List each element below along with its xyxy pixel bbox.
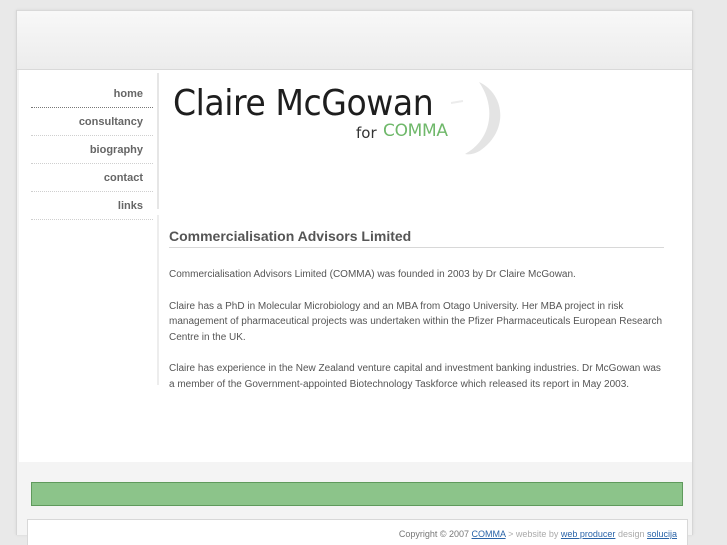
nav-divider bbox=[157, 73, 159, 209]
article: Commercialisation Advisors Limited Comme… bbox=[169, 228, 664, 392]
green-bar bbox=[31, 482, 683, 506]
logo-for-text: for bbox=[356, 124, 377, 142]
article-paragraph: Claire has a PhD in Molecular Microbiolo… bbox=[169, 300, 663, 343]
page-container: home consultancy biography contact links… bbox=[16, 10, 693, 545]
article-title: Commercialisation Advisors Limited bbox=[169, 228, 664, 248]
nav-item-home[interactable]: home bbox=[31, 80, 153, 108]
site-logo: Claire McGowan for COMMA bbox=[169, 70, 519, 165]
logo-brand: COMMA bbox=[383, 121, 448, 141]
nav-item-contact[interactable]: contact bbox=[31, 164, 153, 192]
comma-link[interactable]: COMMA bbox=[472, 529, 506, 539]
sidebar-nav: home consultancy biography contact links bbox=[31, 80, 153, 220]
web-producer-link[interactable]: web producer bbox=[561, 529, 616, 539]
logo-arc-icon bbox=[450, 82, 501, 155]
copyright-text: Copyright © 2007 bbox=[398, 529, 470, 539]
header-band bbox=[17, 10, 692, 70]
nav-item-links[interactable]: links bbox=[31, 192, 153, 220]
article-paragraph: Commercialisation Advisors Limited (COMM… bbox=[169, 269, 576, 280]
content-area: home consultancy biography contact links… bbox=[19, 70, 692, 545]
nav-item-consultancy[interactable]: consultancy bbox=[31, 108, 153, 136]
design-text: design bbox=[617, 529, 645, 539]
article-paragraph: Claire has experience in the New Zealand… bbox=[169, 363, 661, 390]
website-by-text: > website by bbox=[508, 529, 559, 539]
nav-item-biography[interactable]: biography bbox=[31, 136, 153, 164]
solucija-link[interactable]: solucija bbox=[647, 529, 677, 539]
footer: Copyright © 2007 COMMA > website by web … bbox=[27, 519, 688, 545]
logo-name: Claire McGowan bbox=[173, 83, 434, 124]
content-divider bbox=[157, 215, 159, 385]
